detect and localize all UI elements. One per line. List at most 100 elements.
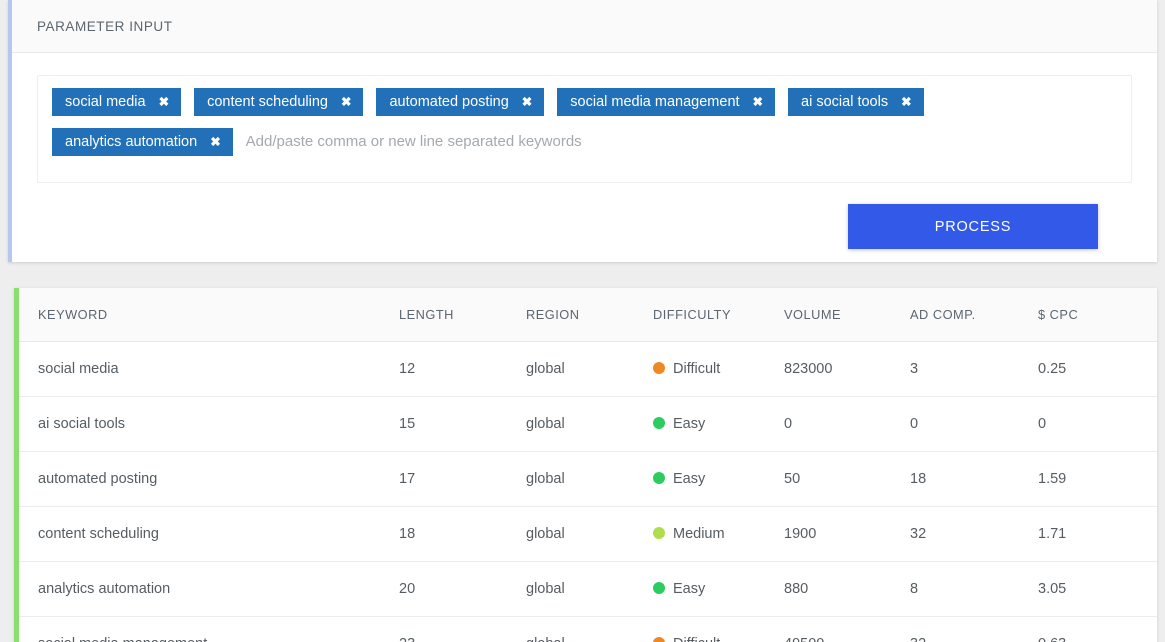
cell-keyword: ai social tools (19, 396, 399, 452)
table-row[interactable]: social media 12 global Difficult 823000 3 0.25 (19, 341, 1157, 397)
column-header[interactable]: $ CPC (1038, 288, 1157, 342)
keyword-results-table: KEYWORD LENGTH REGION DIFFICULTY VOLUME AD CO… (19, 288, 1157, 642)
table-row[interactable]: ai social tools 15 global Easy 0 0 0 (19, 396, 1157, 452)
cell-ad-comp: 32 (910, 617, 1038, 642)
cell-length: 12 (399, 341, 526, 397)
cell-difficulty: Difficult (653, 617, 784, 642)
difficulty-label: Easy (673, 581, 706, 597)
difficulty-label: Medium (673, 526, 725, 542)
cell-difficulty: Medium (653, 506, 784, 562)
difficulty-label: Easy (673, 471, 706, 487)
cell-volume: 0 (784, 396, 910, 452)
cell-region: global (526, 506, 653, 562)
keyword-tag[interactable]: content scheduling ✖ (194, 88, 364, 116)
keyword-tag[interactable]: analytics automation ✖ (52, 128, 233, 156)
keyword-tag-label: analytics automation (65, 133, 198, 150)
close-icon[interactable]: ✖ (901, 96, 911, 109)
cell-difficulty: Easy (653, 396, 784, 452)
cell-region: global (526, 396, 653, 452)
table-header-row: KEYWORD LENGTH REGION DIFFICULTY VOLUME AD CO… (19, 288, 1157, 342)
parameter-input-body: social media ✖ content scheduling ✖ automate… (12, 53, 1157, 249)
close-icon[interactable]: ✖ (159, 96, 169, 109)
table-row[interactable]: content scheduling 18 global Medium 1900 32 1.… (19, 506, 1157, 562)
keyword-tag[interactable]: automated posting ✖ (376, 88, 545, 116)
cell-ad-comp: 8 (910, 561, 1038, 617)
cell-cpc: 3.05 (1038, 561, 1157, 617)
cell-difficulty: Easy (653, 451, 784, 507)
cell-length: 23 (399, 617, 526, 642)
cell-length: 20 (399, 561, 526, 617)
keyword-tag-label: automated posting (389, 93, 509, 110)
keyword-tag-list: social media ✖ content scheduling ✖ automate… (52, 88, 1117, 168)
close-icon[interactable]: ✖ (341, 96, 351, 109)
keyword-tags-input[interactable]: social media ✖ content scheduling ✖ automate… (37, 75, 1132, 183)
cell-keyword: content scheduling (19, 506, 399, 562)
table-row[interactable]: automated posting 17 global Easy 50 18 1.59 (19, 451, 1157, 507)
difficulty-dot-icon (653, 472, 665, 484)
cell-volume: 880 (784, 561, 910, 617)
keyword-tag-label: ai social tools (801, 93, 889, 110)
column-header[interactable]: AD COMP. (910, 288, 1038, 342)
table-row[interactable]: social media management23global Difficult… (19, 617, 1157, 642)
cell-ad-comp: 32 (910, 506, 1038, 562)
parameter-input-card: PARAMETER INPUT social media ✖ content sch… (8, 0, 1157, 262)
keyword-tag-label: social media (65, 93, 146, 110)
parameter-input-header: PARAMETER INPUT (12, 0, 1157, 53)
cell-difficulty: Easy (653, 561, 784, 617)
cell-volume: 823000 (784, 341, 910, 397)
close-icon[interactable]: ✖ (210, 136, 220, 149)
column-header[interactable]: VOLUME (784, 288, 910, 342)
cell-ad-comp: 3 (910, 341, 1038, 397)
cell-volume: 49500 (784, 617, 910, 642)
cell-cpc: 0.25 (1038, 341, 1157, 397)
process-button[interactable]: PROCESS (848, 204, 1098, 249)
keyword-tag-label: social media management (570, 93, 740, 110)
cell-region: global (526, 341, 653, 397)
difficulty-label: Easy (673, 416, 706, 432)
column-header[interactable]: REGION (526, 288, 653, 342)
cell-cpc: 0.63 (1038, 617, 1157, 642)
keyword-results-card: KEYWORD LENGTH REGION DIFFICULTY VOLUME AD CO… (14, 288, 1157, 642)
cell-volume: 1900 (784, 506, 910, 562)
cell-region: global (526, 451, 653, 507)
difficulty-dot-icon (653, 582, 665, 594)
keyword-tag[interactable]: social media management ✖ (557, 88, 776, 116)
difficulty-label: Difficult (673, 636, 720, 642)
cell-keyword: social media (19, 341, 399, 397)
page-title: PARAMETER INPUT (37, 18, 173, 34)
difficulty-dot-icon (653, 637, 665, 642)
close-icon[interactable]: ✖ (522, 96, 532, 109)
cell-cpc: 1.71 (1038, 506, 1157, 562)
column-header[interactable]: LENGTH (399, 288, 526, 342)
cell-keyword: automated posting (19, 451, 399, 507)
cell-cpc: 0 (1038, 396, 1157, 452)
difficulty-label: Difficult (673, 361, 721, 377)
cell-length: 17 (399, 451, 526, 507)
column-header[interactable]: DIFFICULTY (653, 288, 784, 342)
cell-volume: 50 (784, 451, 910, 507)
close-icon[interactable]: ✖ (753, 96, 763, 109)
page-root: PARAMETER INPUT social media ✖ content sch… (0, 0, 1165, 642)
process-button-row: PROCESS (37, 183, 1132, 249)
cell-length: 18 (399, 506, 526, 562)
column-header[interactable]: KEYWORD (19, 288, 399, 342)
cell-length: 15 (399, 396, 526, 452)
cell-region: global (526, 617, 653, 642)
table-body: social media 12 global Difficult 823000 3 0.25… (19, 341, 1157, 642)
table-head: KEYWORD LENGTH REGION DIFFICULTY VOLUME AD CO… (19, 288, 1157, 342)
keyword-tag[interactable]: ai social tools ✖ (788, 88, 924, 116)
cell-difficulty: Difficult (653, 341, 784, 397)
cell-region: global (526, 561, 653, 617)
keyword-tag-label: content scheduling (207, 93, 328, 110)
cell-keyword: social media management (19, 617, 399, 642)
cell-ad-comp: 0 (910, 396, 1038, 452)
cell-ad-comp: 18 (910, 451, 1038, 507)
keyword-input-placeholder[interactable]: Add/paste comma or new line separated ke… (246, 128, 582, 156)
difficulty-dot-icon (653, 527, 665, 539)
difficulty-dot-icon (653, 362, 665, 374)
keyword-tag[interactable]: social media ✖ (52, 88, 182, 116)
cell-keyword: analytics automation (19, 561, 399, 617)
difficulty-dot-icon (653, 417, 665, 429)
cell-cpc: 1.59 (1038, 451, 1157, 507)
table-row[interactable]: analytics automation 20 global Easy 880 8 3.05 (19, 561, 1157, 617)
